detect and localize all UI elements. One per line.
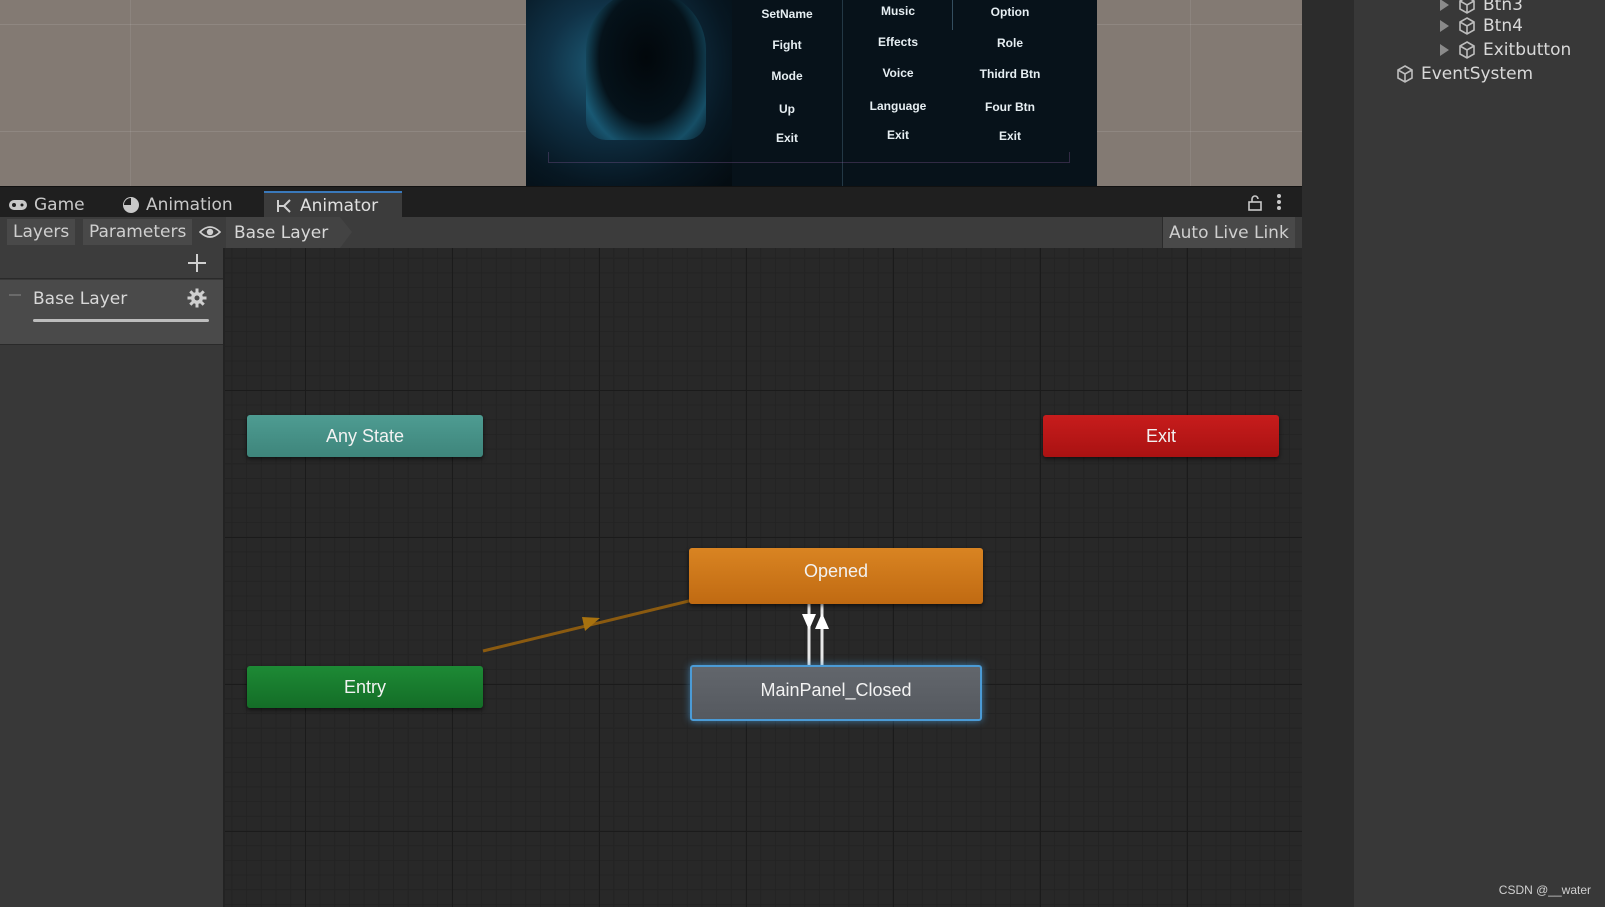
transition-arrow-icon (802, 614, 816, 630)
scene-grid-line (130, 0, 131, 186)
menu-item-music[interactable]: Music (842, 4, 954, 18)
hierarchy-item-label: Btn3 (1483, 0, 1523, 15)
gear-icon[interactable] (187, 288, 207, 312)
menu-item-third-btn[interactable]: Thidrd Btn (954, 67, 1066, 81)
layer-weight-slider[interactable] (33, 319, 209, 322)
tab-animation[interactable]: Animation (122, 191, 239, 218)
hierarchy-item-label: Btn4 (1483, 16, 1523, 36)
eye-icon[interactable] (196, 220, 224, 244)
menu-item-language[interactable]: Language (842, 99, 954, 113)
state-any-state[interactable]: Any State (247, 415, 483, 457)
menu-item-four-btn[interactable]: Four Btn (954, 100, 1066, 114)
menu-item-effects[interactable]: Effects (842, 35, 954, 49)
menu-item-option[interactable]: Option (954, 5, 1066, 19)
drag-handle-icon[interactable] (9, 294, 21, 296)
layers-tab-button[interactable]: Layers (7, 219, 76, 245)
gameobject-cube-icon (1459, 0, 1475, 14)
watermark-text: CSDN @__water (1498, 883, 1591, 897)
menu-item-exit[interactable]: Exit (842, 128, 954, 142)
plus-icon[interactable] (186, 252, 208, 274)
menu-item-role[interactable]: Role (954, 36, 1066, 50)
menu-item-exit[interactable]: Exit (954, 129, 1066, 143)
layer-row[interactable]: Base Layer (0, 280, 223, 345)
gameobject-cube-icon (1459, 17, 1475, 35)
menu-item-up[interactable]: Up (731, 102, 843, 116)
hierarchy-item-btn4[interactable]: Btn4 (1440, 15, 1523, 37)
scene-scrollbar-gutter (1302, 0, 1354, 907)
expand-arrow-icon[interactable] (1440, 0, 1449, 11)
menu-item-exit[interactable]: Exit (731, 131, 843, 145)
gameobject-cube-icon (1397, 65, 1413, 83)
layers-panel-header (0, 248, 223, 279)
hierarchy-item-label: EventSystem (1421, 64, 1534, 84)
menu-item-voice[interactable]: Voice (842, 66, 954, 80)
menu-item-mode[interactable]: Mode (731, 69, 843, 83)
state-entry[interactable]: Entry (247, 666, 483, 708)
lock-icon[interactable] (1248, 195, 1262, 215)
more-options-icon[interactable] (1276, 193, 1282, 215)
hierarchy-item-exitbutton[interactable]: Exitbutton (1440, 39, 1571, 61)
scene-grid-line (1190, 0, 1191, 186)
layers-panel: Base Layer (0, 248, 225, 907)
gameobject-cube-icon (1459, 41, 1475, 59)
tab-label: Animator (300, 195, 379, 216)
scene-view[interactable]: SetName Fight Mode Up Exit Music Effects… (0, 0, 1302, 186)
expand-arrow-icon[interactable] (1440, 20, 1449, 32)
auto-live-link-button[interactable]: Auto Live Link (1162, 217, 1295, 248)
expand-arrow-icon[interactable] (1440, 44, 1449, 56)
hierarchy-item-label: Exitbutton (1483, 40, 1572, 60)
hierarchy-item-eventsystem[interactable]: EventSystem (1395, 63, 1533, 85)
state-opened[interactable]: Opened (689, 548, 983, 604)
menu-item-fight[interactable]: Fight (731, 38, 843, 52)
parameters-tab-button[interactable]: Parameters (83, 219, 193, 245)
menu-column-1: SetName Fight Mode Up Exit (731, 0, 843, 186)
tab-animator[interactable]: Animator (264, 191, 403, 218)
transition-arrow-icon (815, 613, 829, 629)
layer-name: Base Layer (33, 289, 128, 309)
menu-item-setname[interactable]: SetName (731, 7, 843, 21)
animator-toolbar: Layers Parameters Base Layer Auto Live L… (0, 217, 1302, 249)
clock-icon (122, 196, 140, 214)
game-preview-panel: SetName Fight Mode Up Exit Music Effects… (526, 0, 1097, 186)
tab-game[interactable]: Game (8, 191, 91, 218)
state-exit[interactable]: Exit (1043, 415, 1279, 457)
tab-label: Game (34, 194, 85, 215)
breadcrumb[interactable]: Base Layer (226, 217, 353, 248)
hierarchy-panel: Btn3 Btn4 Exitbutton EventSystem CSDN @_… (1354, 0, 1605, 907)
animator-graph[interactable]: Any State Exit Entry Opened MainPanel_Cl… (225, 248, 1302, 907)
menu-column-2: Music Effects Voice Language Exit (842, 0, 954, 186)
editor-tab-bar: Game Animation Animator (0, 186, 1302, 218)
animator-icon (276, 198, 294, 214)
menu-column-3: Option Role Thidrd Btn Four Btn Exit (954, 0, 1066, 186)
state-mainpanel-closed[interactable]: MainPanel_Closed (690, 665, 982, 721)
gamepad-icon (8, 198, 28, 212)
tab-label: Animation (146, 194, 233, 215)
hierarchy-item-btn3[interactable]: Btn3 (1440, 0, 1523, 16)
